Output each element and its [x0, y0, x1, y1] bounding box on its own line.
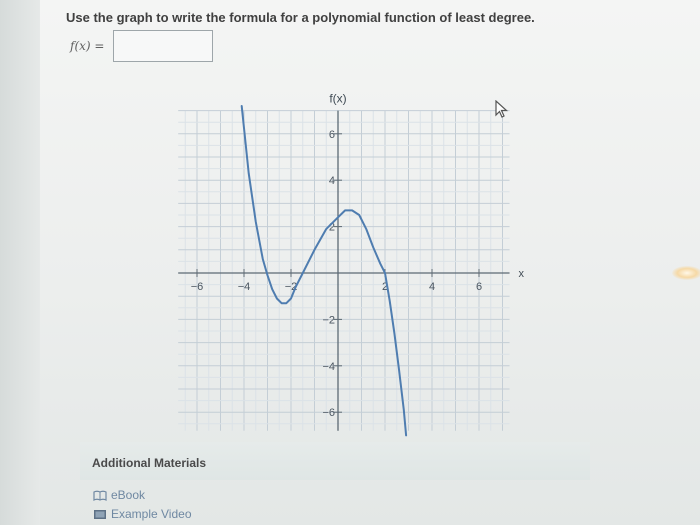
answer-label: f(x) =: [70, 39, 105, 53]
x-tick-label: −6: [191, 281, 204, 293]
y-tick-label: 4: [329, 175, 335, 187]
ebook-link-label: eBook: [111, 488, 146, 502]
x-axis-label: x: [519, 268, 525, 280]
additional-materials-title: Additional Materials: [92, 456, 207, 470]
ebook-link[interactable]: eBook: [93, 488, 145, 502]
example-video-link-label: Example Video: [111, 507, 192, 521]
mouse-cursor-icon: [494, 99, 510, 125]
y-tick-label: −4: [322, 361, 335, 373]
example-video-link[interactable]: Example Video: [93, 507, 192, 521]
x-tick-label: 4: [429, 281, 435, 293]
screen-glare: [672, 266, 700, 280]
answer-input[interactable]: [113, 30, 213, 62]
page-edge: [0, 0, 40, 525]
video-icon: [93, 509, 107, 520]
y-tick-label: −6: [322, 407, 335, 419]
x-tick-label: 6: [476, 281, 482, 293]
y-axis-label: f(x): [329, 92, 346, 106]
book-icon: [93, 490, 107, 501]
question-prompt: Use the graph to write the formula for a…: [66, 10, 535, 25]
y-tick-label: 6: [329, 129, 335, 141]
grid: [178, 110, 510, 431]
x-tick-label: −4: [238, 281, 251, 293]
polynomial-curve: [240, 105, 408, 437]
y-tick-label: −2: [322, 314, 335, 326]
polynomial-graph: −6 −4 −2 2 4 6−6−4−2246f(x)x: [178, 92, 525, 437]
additional-materials-panel: Additional Materials: [80, 442, 590, 480]
